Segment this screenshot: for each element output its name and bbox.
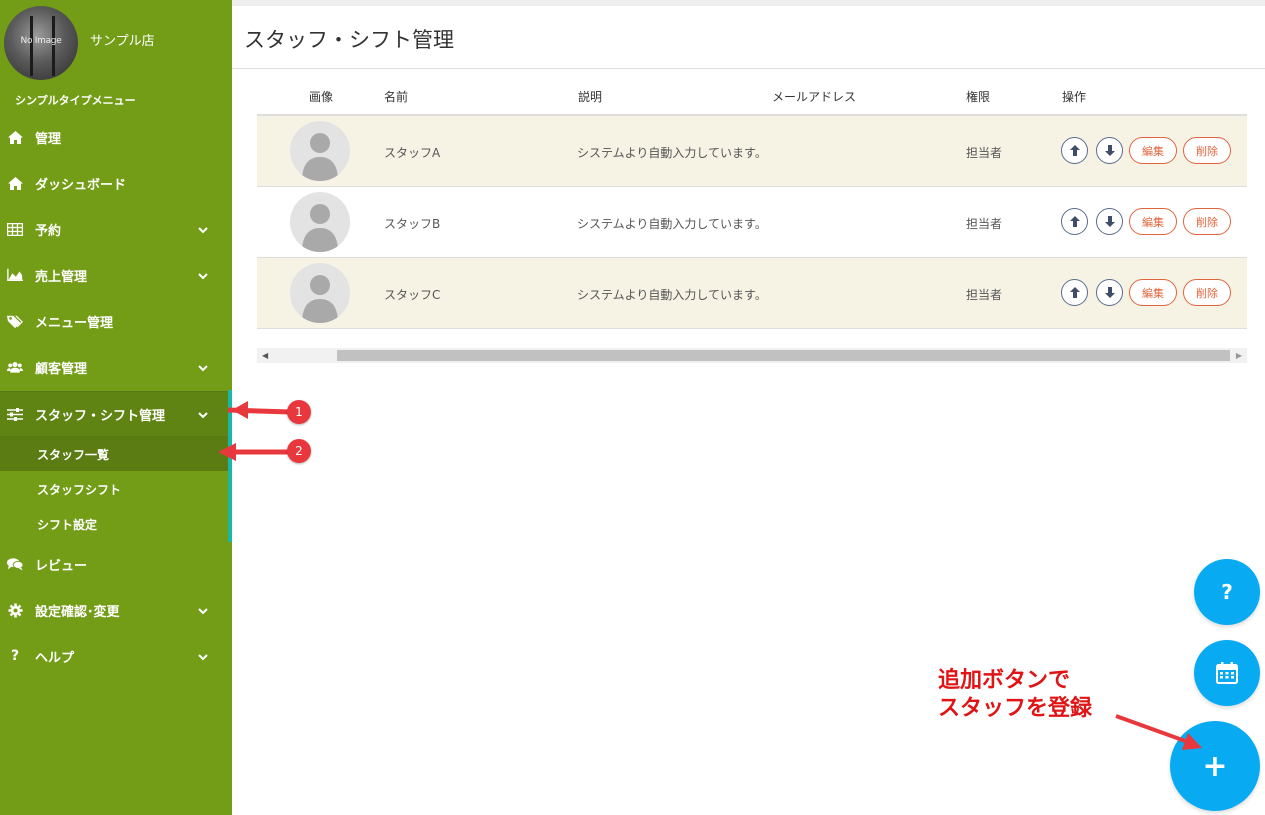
annotation-badge-1: 1 [287,400,311,424]
annotation-arrowhead [218,443,236,461]
annotation-badge-2: 2 [287,439,311,463]
annotation-arrowhead [1182,733,1202,750]
annotation-note-line2: スタッフを登録 [938,696,1093,721]
annotation-arrowhead [232,401,248,419]
annotation-arrow [1115,714,1189,744]
